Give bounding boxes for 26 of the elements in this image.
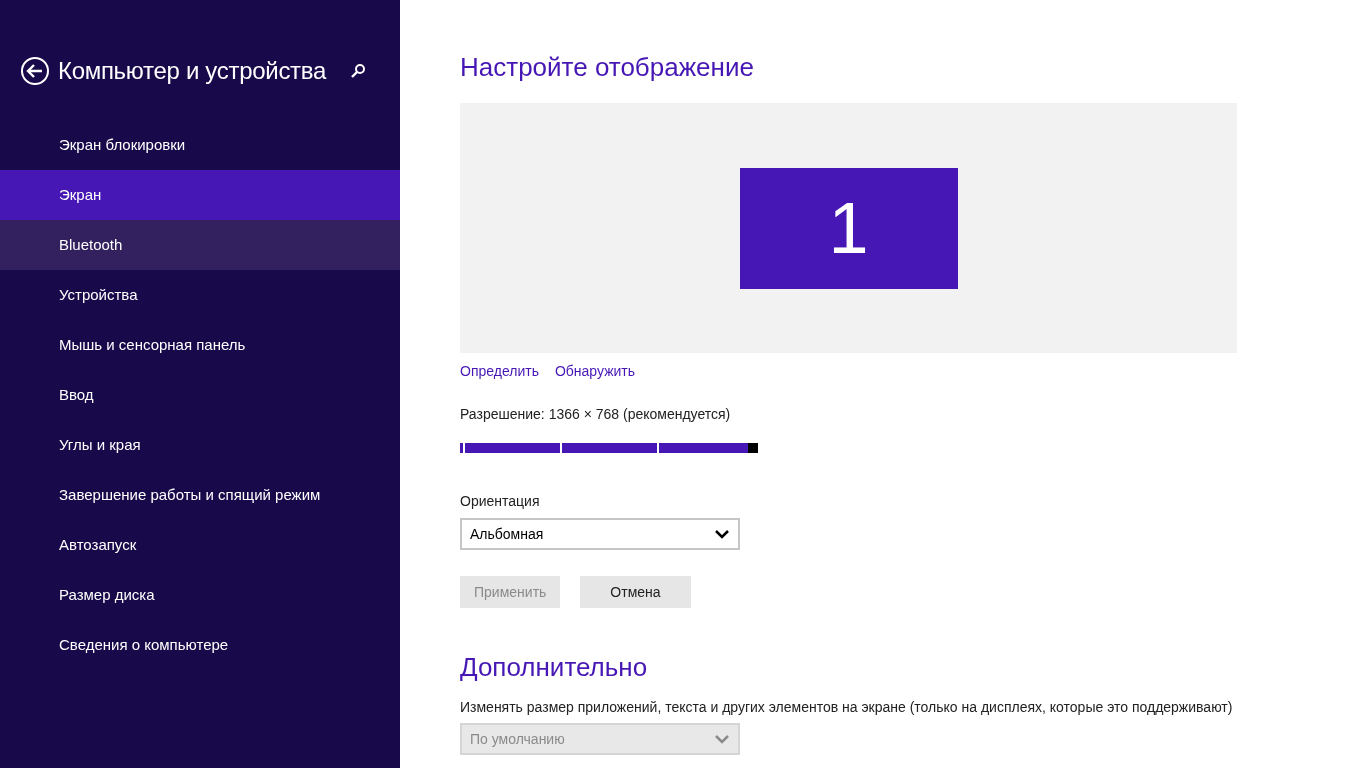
search-icon[interactable]	[350, 63, 366, 79]
sidebar-item[interactable]: Размер диска	[0, 570, 400, 620]
link[interactable]: Обнаружить	[554, 361, 636, 383]
resolution-label: Разрешение: 1366 × 768 (рекомендуется)	[460, 405, 732, 425]
sidebar-item[interactable]: Автозапуск	[0, 520, 400, 570]
sidebar-item[interactable]: Экран блокировки	[0, 120, 400, 170]
sidebar-item[interactable]: Сведения о компьютере	[0, 620, 400, 670]
chevron-icon	[714, 734, 730, 745]
sidebar-title: Компьютер и устройства	[58, 56, 326, 86]
link[interactable]: Определить	[460, 361, 539, 383]
monitor-tile[interactable]: 1	[739, 167, 958, 289]
chevron-icon	[714, 529, 730, 540]
section-heading: Настройте отображение	[460, 52, 755, 84]
section-heading: Дополнительно	[460, 652, 649, 684]
sidebar-item[interactable]: Экран	[0, 170, 400, 220]
sidebar-item[interactable]: Завершение работы и спящий режим	[0, 470, 400, 520]
back-icon[interactable]	[20, 56, 50, 86]
sidebar-item[interactable]: Устройства	[0, 270, 400, 320]
description-text: Изменять размер приложений, текста и других элементов на экране (только на дисплеях, которые это поддерживают)	[460, 698, 1234, 718]
orientation-dropdown[interactable]: Альбомная	[460, 518, 740, 551]
sidebar-item[interactable]: Углы и края	[0, 420, 400, 470]
sidebar-item[interactable]: Мышь и сенсорная панель	[0, 320, 400, 370]
button[interactable]: Отмена	[580, 576, 691, 609]
sidebar-item[interactable]: Ввод	[0, 370, 400, 420]
sidebar-item[interactable]: Bluetooth	[0, 220, 400, 270]
orientation-label: Ориентация	[460, 492, 541, 512]
